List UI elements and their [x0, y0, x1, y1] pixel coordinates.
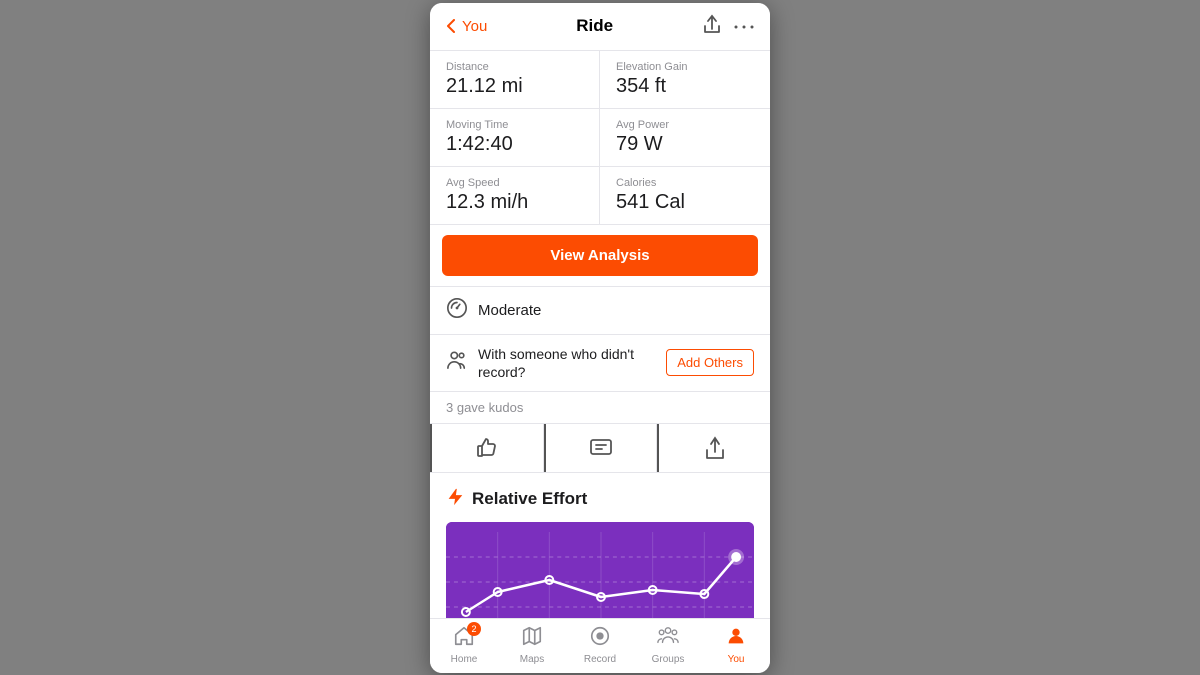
nav-home[interactable]: 2 Home [430, 625, 498, 665]
back-button[interactable]: You [446, 18, 487, 35]
groups-icon [657, 625, 679, 647]
share-activity-icon [704, 436, 726, 460]
header-actions [702, 13, 754, 40]
gauge-icon [446, 297, 468, 324]
share-activity-button[interactable] [657, 424, 770, 472]
stat-calories: Calories 541 Cal [600, 167, 770, 224]
nav-home-label: Home [451, 654, 478, 665]
lightning-icon [446, 487, 464, 512]
moderate-row: Moderate [430, 286, 770, 335]
kudos-count: 3 gave kudos [446, 400, 523, 415]
stats-grid: Distance 21.12 mi Elevation Gain 354 ft … [430, 51, 770, 225]
scroll-content: Distance 21.12 mi Elevation Gain 354 ft … [430, 51, 770, 618]
nav-groups-label: Groups [652, 654, 685, 665]
stat-elevation: Elevation Gain 354 ft [600, 51, 770, 109]
comment-button[interactable] [544, 424, 658, 472]
maps-icon-wrap [521, 625, 543, 652]
stat-moving-time: Moving Time 1:42:40 [430, 109, 600, 167]
nav-groups[interactable]: Groups [634, 625, 702, 665]
nav-maps[interactable]: Maps [498, 625, 566, 665]
home-badge: 2 [467, 622, 481, 636]
action-bar [430, 423, 770, 473]
view-analysis-button[interactable]: View Analysis [442, 235, 758, 276]
kudos-button[interactable] [430, 424, 544, 472]
more-icon[interactable] [734, 17, 754, 35]
nav-record[interactable]: Record [566, 625, 634, 665]
phone-frame: You Ride Distance [430, 3, 770, 673]
with-someone-left: With someone who didn't record? [446, 345, 666, 381]
add-others-button[interactable]: Add Others [666, 349, 754, 376]
section-header: Relative Effort [446, 487, 754, 512]
groups-icon-wrap [657, 625, 679, 652]
section-title: Relative Effort [472, 489, 587, 509]
people-icon [446, 350, 468, 375]
record-icon [589, 625, 611, 647]
stat-avg-speed: Avg Speed 12.3 mi/h [430, 167, 600, 224]
bottom-nav: 2 Home Maps Record [430, 618, 770, 673]
moderate-label: Moderate [478, 302, 541, 319]
back-label: You [462, 18, 487, 35]
home-icon-wrap: 2 [453, 625, 475, 652]
page-title: Ride [576, 16, 613, 36]
maps-icon [521, 625, 543, 647]
nav-maps-label: Maps [520, 654, 544, 665]
chevron-left-icon [446, 19, 456, 33]
stat-distance: Distance 21.12 mi [430, 51, 600, 109]
with-someone-row: With someone who didn't record? Add Othe… [430, 335, 770, 392]
chart-container [446, 522, 754, 618]
header: You Ride [430, 3, 770, 51]
relative-effort-section: Relative Effort [430, 473, 770, 618]
you-icon [725, 625, 747, 647]
comment-icon [589, 436, 613, 460]
nav-record-label: Record [584, 654, 616, 665]
nav-you-label: You [728, 654, 745, 665]
kudos-row: 3 gave kudos [430, 392, 770, 423]
nav-you[interactable]: You [702, 625, 770, 665]
you-icon-wrap [725, 625, 747, 652]
thumbs-up-icon [475, 436, 499, 460]
with-someone-text: With someone who didn't record? [478, 345, 666, 381]
share-icon[interactable] [702, 13, 722, 40]
stat-avg-power: Avg Power 79 W [600, 109, 770, 167]
record-icon-wrap [589, 625, 611, 652]
